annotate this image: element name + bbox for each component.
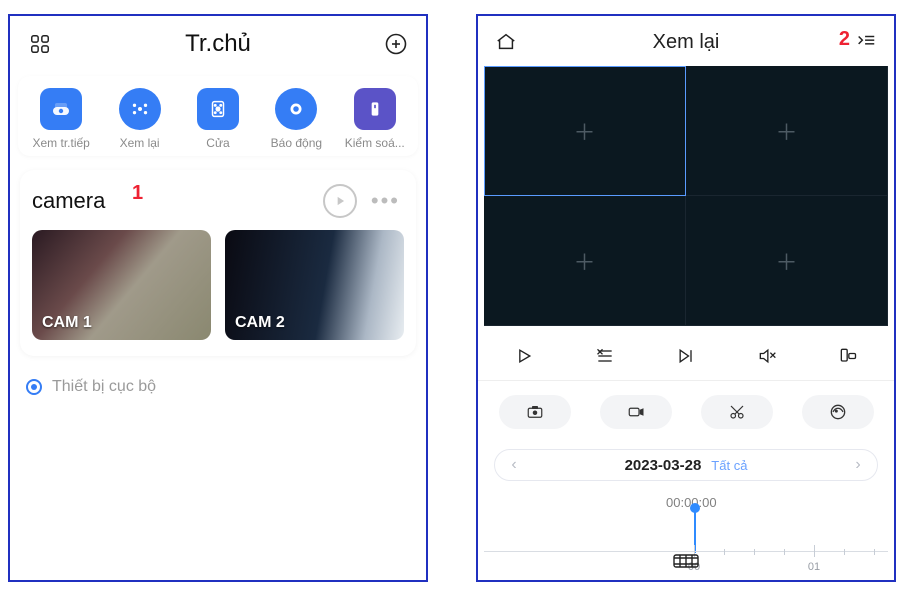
record-button[interactable] [600,395,672,429]
step-forward-icon[interactable] [666,342,706,370]
date-selector: ‹ 2023-03-28 Tất cả › [494,449,878,481]
video-slot-3[interactable]: ＋ [484,196,686,326]
video-slot-2[interactable]: ＋ [686,66,888,196]
camera-card-header: camera ••• [32,184,404,218]
door-icon [197,88,239,130]
add-icon[interactable] [382,30,410,58]
playback-title: Xem lại [653,31,720,54]
mute-icon[interactable] [747,342,787,370]
playback-controls [478,332,894,381]
camera-icon [40,88,82,130]
fisheye-button[interactable] [802,395,874,429]
playback-icon [119,88,161,130]
local-device-label: Thiết bị cục bộ [52,378,156,396]
close-list-icon[interactable] [585,342,625,370]
nav-label: Cửa [206,136,229,150]
camera-thumb-label: CAM 1 [42,314,92,332]
playback-screen: Xem lại 2 ＋ ＋ ＋ ＋ ‹ 2023-03-28 Tất cả › … [476,14,896,582]
radio-on-icon [26,379,42,395]
nav-control[interactable]: Kiểm soá... [340,88,410,150]
date-display[interactable]: 2023-03-28 Tất cả [625,457,748,474]
nav-label: Báo động [271,136,322,150]
nav-playback[interactable]: Xem lại [105,88,175,150]
clip-list-icon[interactable] [666,548,706,574]
local-device-row[interactable]: Thiết bị cục bộ [26,378,410,396]
rotate-icon[interactable] [828,342,868,370]
camera-card: camera ••• CAM 1 CAM 2 [20,170,416,356]
video-slot-4[interactable]: ＋ [686,196,888,326]
nav-alarm[interactable]: Báo động [261,88,331,150]
nav-label: Kiểm soá... [345,136,405,150]
playback-tools [478,381,894,445]
snapshot-button[interactable] [499,395,571,429]
nav-shortcuts: Xem tr.tiếp Xem lại Cửa Báo động Kiểm so… [18,76,418,156]
play-all-button[interactable] [323,184,357,218]
camera-thumb-2[interactable]: CAM 2 [225,230,404,340]
apps-grid-icon[interactable] [26,30,54,58]
playback-header: Xem lại [478,16,894,64]
control-icon [354,88,396,130]
camera-card-title: camera [32,188,313,214]
alarm-icon [275,88,317,130]
video-grid: ＋ ＋ ＋ ＋ [484,66,888,326]
nav-label: Xem lại [120,136,160,150]
next-day-button[interactable]: › [847,456,869,474]
playback-footer [478,548,894,574]
play-icon[interactable] [504,342,544,370]
nav-label: Xem tr.tiếp [33,136,90,150]
home-icon[interactable] [492,28,520,56]
camera-thumb-label: CAM 2 [235,314,285,332]
home-header: Tr.chủ [10,16,426,68]
clip-button[interactable] [701,395,773,429]
list-filter-icon[interactable] [852,28,880,56]
video-slot-1[interactable]: ＋ [484,66,686,196]
home-screen: Tr.chủ Xem tr.tiếp Xem lại Cửa [8,14,428,582]
more-icon[interactable]: ••• [367,188,404,214]
home-title: Tr.chủ [185,30,251,58]
date-value: 2023-03-28 [625,457,702,474]
camera-thumb-1[interactable]: CAM 1 [32,230,211,340]
prev-day-button[interactable]: ‹ [503,456,525,474]
date-filter: Tất cả [711,458,747,473]
nav-live[interactable]: Xem tr.tiếp [26,88,96,150]
nav-door[interactable]: Cửa [183,88,253,150]
camera-thumbnails: CAM 1 CAM 2 [32,230,404,340]
